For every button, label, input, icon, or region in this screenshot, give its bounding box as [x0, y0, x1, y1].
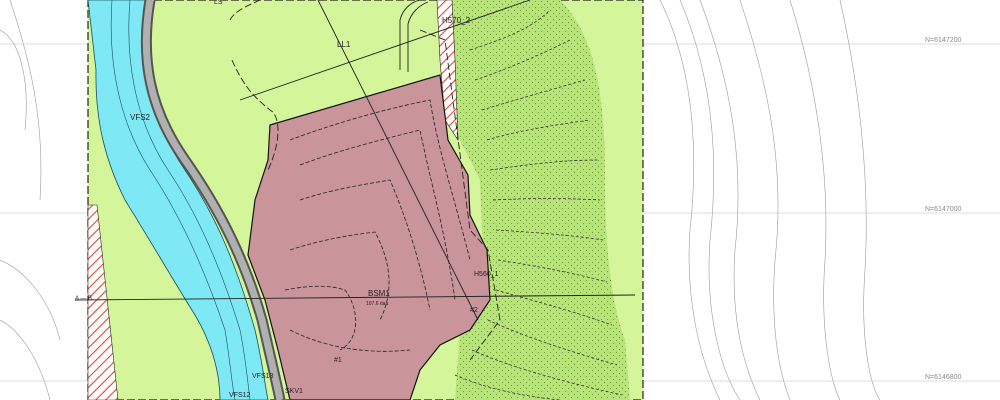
zoning-map[interactable]: LS LL1 H570_2 VFS2 BSM1 107.6 daa H560_1… [0, 0, 1000, 400]
label-bsm1: BSM1 [368, 289, 390, 298]
label-h570: H570_2 [442, 16, 471, 25]
coord-north-top: N=6147200 [925, 37, 962, 44]
marker-1: #1 [334, 357, 342, 364]
marker-2: #2 [470, 307, 478, 314]
label-skv1: SKV1 [285, 388, 303, 395]
map-canvas[interactable]: LS LL1 H570_2 VFS2 BSM1 107.6 daa H560_1… [0, 0, 1000, 400]
label-bsm1-area: 107.6 daa [366, 301, 388, 307]
label-h560: H560_1 [474, 271, 499, 278]
coord-north-bot: N=6146800 [925, 374, 962, 381]
label-vfs12: VFS12 [229, 392, 251, 399]
label-ll1: LL1 [337, 40, 351, 49]
label-vfs2: VFS2 [130, 113, 151, 122]
section-line-label: A — B [75, 296, 92, 302]
coordinate-labels: N=6147200 N=6147000 N=6146800 [925, 37, 962, 381]
coord-north-mid: N=6147000 [925, 206, 962, 213]
label-vfs13: VFS13 [252, 373, 274, 380]
label-top-zone: LS [214, 0, 223, 6]
